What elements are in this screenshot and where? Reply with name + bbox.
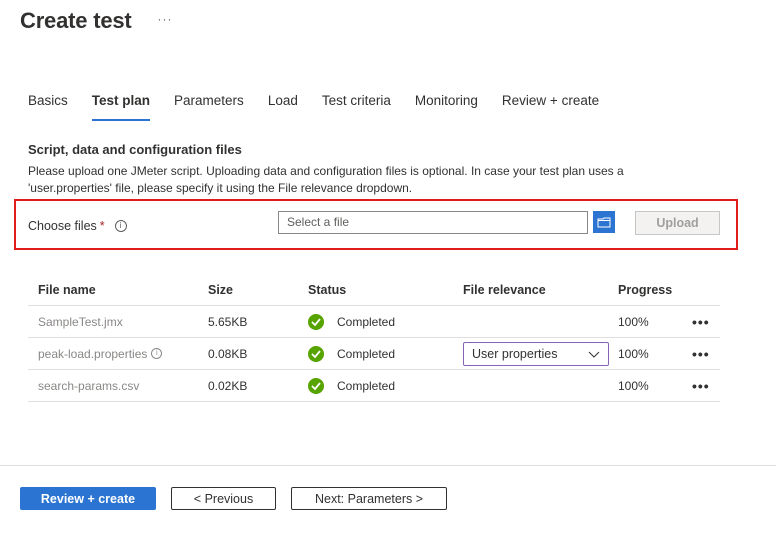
file-progress: 100% xyxy=(618,346,649,361)
table-row: search-params.csv 0.02KB Completed 100% … xyxy=(28,370,720,402)
section-description: Please upload one JMeter script. Uploadi… xyxy=(28,164,624,195)
tab-load[interactable]: Load xyxy=(268,93,298,121)
tab-test-criteria[interactable]: Test criteria xyxy=(322,93,391,121)
header-progress: Progress xyxy=(618,282,673,297)
folder-icon xyxy=(597,217,611,227)
more-options-icon[interactable]: ··· xyxy=(158,12,173,26)
browse-button[interactable] xyxy=(593,211,615,233)
dropdown-value: User properties xyxy=(472,347,558,361)
title-row: Create test ··· xyxy=(20,8,173,34)
status-text: Completed xyxy=(337,378,396,393)
header-file-name: File name xyxy=(38,282,96,297)
header-size: Size xyxy=(208,282,234,297)
file-status: Completed xyxy=(308,345,396,362)
tab-basics[interactable]: Basics xyxy=(28,93,68,121)
footer-divider xyxy=(0,465,776,466)
file-progress: 100% xyxy=(618,314,649,329)
file-name-text: peak-load.properties xyxy=(38,346,148,361)
header-status: Status xyxy=(308,282,347,297)
file-size: 0.08KB xyxy=(208,346,248,361)
check-circle-icon xyxy=(308,377,324,394)
file-status: Completed xyxy=(308,377,396,394)
header-file-relevance: File relevance xyxy=(463,282,546,297)
page-title: Create test xyxy=(20,8,132,33)
row-more-button[interactable]: ••• xyxy=(692,378,710,394)
status-text: Completed xyxy=(337,314,396,329)
info-icon[interactable]: i xyxy=(114,220,127,232)
tab-parameters[interactable]: Parameters xyxy=(174,93,244,121)
row-more-button[interactable]: ••• xyxy=(692,346,710,362)
file-name: peak-load.properties i xyxy=(38,346,163,361)
file-size: 0.02KB xyxy=(208,378,248,393)
tab-bar: Basics Test plan Parameters Load Test cr… xyxy=(28,93,623,121)
file-input[interactable]: Select a file xyxy=(278,211,588,234)
status-text: Completed xyxy=(337,346,396,361)
tab-monitoring[interactable]: Monitoring xyxy=(415,93,478,121)
info-icon[interactable]: i xyxy=(151,348,163,359)
review-create-button[interactable]: Review + create xyxy=(20,487,156,510)
row-more-button[interactable]: ••• xyxy=(692,314,710,330)
file-status: Completed xyxy=(308,313,396,330)
check-circle-icon xyxy=(308,345,324,362)
file-size: 5.65KB xyxy=(208,314,248,329)
file-name: search-params.csv xyxy=(38,378,140,393)
files-table: File name Size Status File relevance Pro… xyxy=(28,274,720,402)
table-header: File name Size Status File relevance Pro… xyxy=(28,274,720,306)
file-progress: 100% xyxy=(618,378,649,393)
check-circle-icon xyxy=(308,313,324,330)
next-parameters-button[interactable]: Next: Parameters > xyxy=(291,487,447,510)
file-relevance-cell: User properties xyxy=(463,341,609,366)
previous-button[interactable]: < Previous xyxy=(171,487,276,510)
chevron-down-icon xyxy=(588,351,600,358)
required-mark: * xyxy=(99,219,105,233)
table-row: peak-load.properties i 0.08KB Completed … xyxy=(28,338,720,370)
upload-button[interactable]: Upload xyxy=(635,211,720,235)
file-name: SampleTest.jmx xyxy=(38,314,123,329)
tab-test-plan[interactable]: Test plan xyxy=(91,93,151,121)
tab-review-create[interactable]: Review + create xyxy=(502,93,599,121)
section-heading: Script, data and configuration files xyxy=(28,142,242,157)
file-relevance-dropdown[interactable]: User properties xyxy=(463,342,609,366)
choose-files-label: Choose files * i xyxy=(28,219,127,233)
choose-files-text: Choose files xyxy=(28,219,97,233)
table-row: SampleTest.jmx 5.65KB Completed 100% ••• xyxy=(28,306,720,338)
